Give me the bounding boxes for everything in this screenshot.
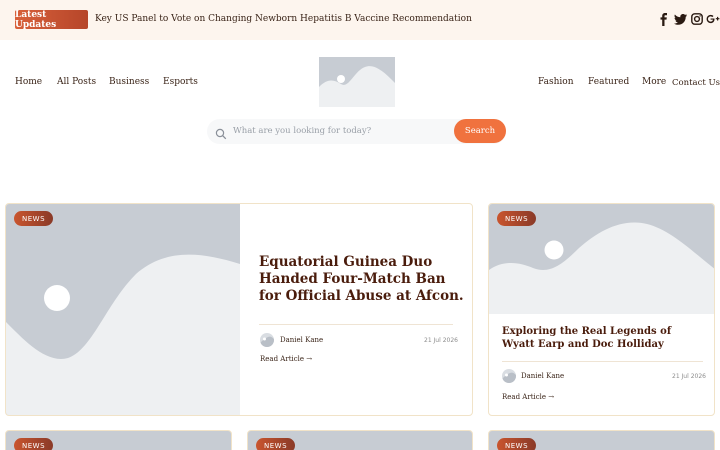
article-card[interactable]: NEWS Exploring the Real Legends of Wyatt… — [488, 203, 715, 416]
google-plus-icon[interactable] — [706, 11, 720, 27]
divider — [259, 324, 453, 325]
nav-home[interactable]: Home — [15, 77, 42, 87]
article-title[interactable]: Equatorial Guinea Duo Handed Four-Match … — [259, 254, 464, 305]
nav-fashion[interactable]: Fashion — [538, 77, 574, 87]
featured-article-card[interactable]: NEWS Equatorial Guinea Duo Handed Four-M… — [5, 203, 473, 416]
author-avatar — [502, 369, 516, 383]
top-bar: Latest Updates Key US Panel to Vote on C… — [0, 0, 720, 40]
site-logo-placeholder[interactable] — [319, 57, 395, 107]
nav-featured[interactable]: Featured — [588, 77, 629, 87]
nav-business[interactable]: Business — [109, 77, 149, 87]
nav-esports[interactable]: Esports — [163, 77, 198, 87]
read-article-link[interactable]: Read Article → — [260, 355, 312, 363]
author-name[interactable]: Daniel Kane — [521, 372, 564, 380]
read-article-link[interactable]: Read Article → — [502, 393, 554, 401]
category-badge[interactable]: NEWS — [497, 438, 537, 450]
search-input[interactable] — [233, 121, 448, 141]
nav-contact-us[interactable]: Contact Us — [672, 78, 720, 88]
article-date: 21 Jul 2026 — [672, 373, 706, 380]
author-name[interactable]: Daniel Kane — [280, 336, 323, 344]
twitter-icon[interactable] — [673, 11, 687, 27]
category-badge[interactable]: NEWS — [14, 211, 54, 226]
latest-updates-button[interactable]: Latest Updates — [15, 10, 88, 30]
author-avatar — [260, 333, 274, 347]
article-card[interactable]: NEWS — [5, 430, 232, 450]
facebook-icon[interactable] — [656, 11, 670, 27]
article-date: 21 Jul 2026 — [424, 337, 458, 344]
search-icon — [215, 125, 227, 140]
category-badge[interactable]: NEWS — [497, 211, 537, 226]
search-button[interactable]: Search — [454, 119, 506, 143]
instagram-icon[interactable] — [690, 11, 704, 27]
category-badge[interactable]: NEWS — [256, 438, 296, 450]
breaking-headline-link[interactable]: Key US Panel to Vote on Changing Newborn… — [95, 14, 472, 24]
article-card[interactable]: NEWS — [247, 430, 473, 450]
article-title[interactable]: Exploring the Real Legends of Wyatt Earp… — [502, 325, 707, 351]
divider — [502, 361, 703, 362]
category-badge[interactable]: NEWS — [14, 438, 54, 450]
article-image-placeholder — [6, 204, 240, 415]
nav-all-posts[interactable]: All Posts — [57, 77, 96, 87]
article-card[interactable]: NEWS — [488, 430, 715, 450]
nav-more[interactable]: More — [642, 77, 666, 87]
